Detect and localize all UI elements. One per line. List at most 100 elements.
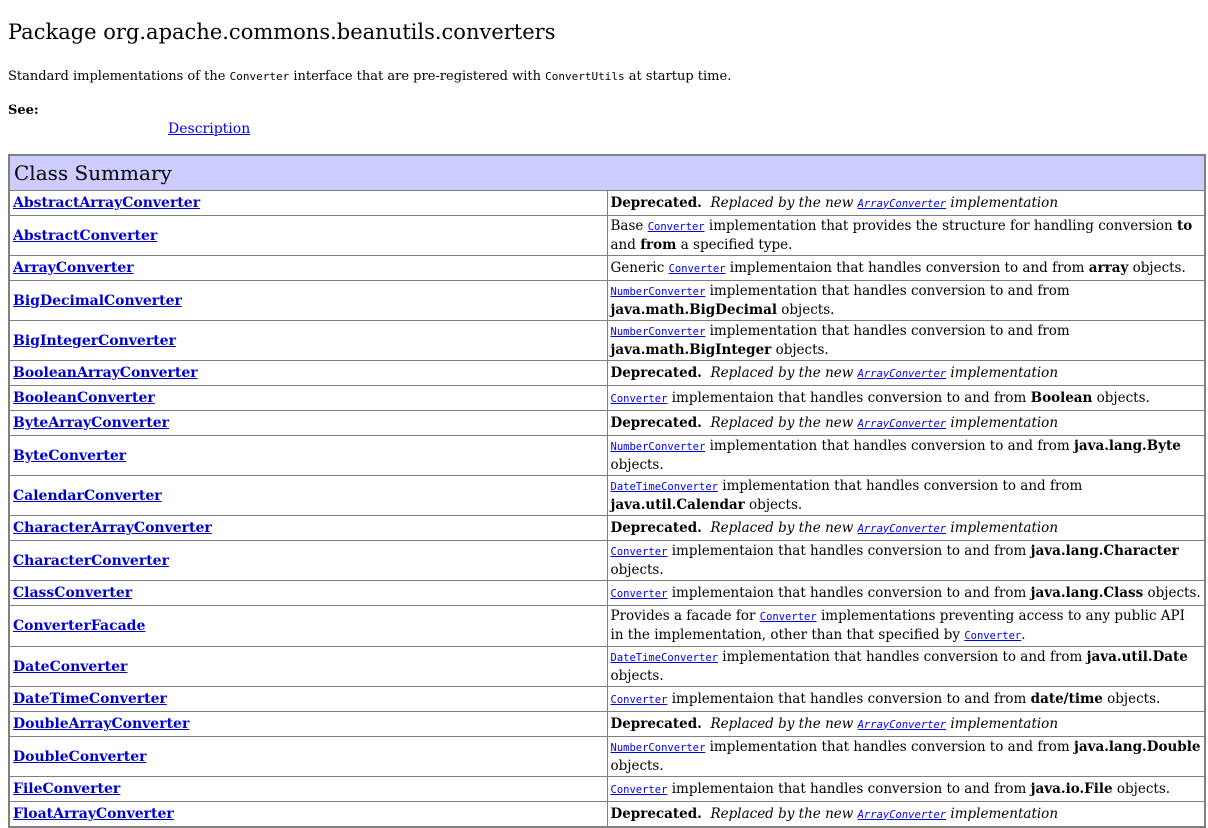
class-description-cell: NumberConverter implementation that hand… xyxy=(606,280,1206,321)
class-link[interactable]: DoubleArrayConverter xyxy=(13,716,189,732)
class-link[interactable]: ConverterFacade xyxy=(13,618,145,634)
type-name: array xyxy=(1088,259,1129,276)
table-row: DoubleArrayConverter Deprecated. Replaced… xyxy=(8,711,1206,737)
class-link[interactable]: BooleanConverter xyxy=(13,390,155,406)
type-name: java.math.BigInteger xyxy=(610,342,772,358)
class-description-cell: Deprecated. Replaced by the new ArrayCon… xyxy=(606,360,1206,386)
class-name-cell: DateConverter xyxy=(8,646,608,687)
class-link[interactable]: BooleanArrayConverter xyxy=(13,365,198,381)
table-row: ConverterFacade Provides a facade for Con… xyxy=(8,605,1206,647)
deprecated-label: Deprecated. xyxy=(610,364,702,381)
class-link[interactable]: ArrayConverter xyxy=(13,260,134,276)
table-row: CalendarConverter DateTimeConverter imple… xyxy=(8,475,1206,516)
type-link[interactable]: ArrayConverter xyxy=(858,523,947,535)
class-description-cell: Converter implementaion that handles con… xyxy=(606,580,1206,606)
page-title: Package org.apache.commons.beanutils.con… xyxy=(8,20,556,44)
table-row: CharacterArrayConverter Deprecated. Repla… xyxy=(8,515,1206,541)
type-link[interactable]: Converter xyxy=(611,784,668,796)
class-description-cell: NumberConverter implementation that hand… xyxy=(606,736,1206,777)
table-row: ClassConverter Converter implementaion th… xyxy=(8,580,1206,606)
class-description-cell: Deprecated. Replaced by the new ArrayCon… xyxy=(606,515,1206,541)
type-link[interactable]: DateTimeConverter xyxy=(611,481,718,493)
class-name-cell: AbstractConverter xyxy=(8,215,608,256)
type-name: java.lang.Character xyxy=(1030,543,1179,559)
class-link[interactable]: ClassConverter xyxy=(13,585,132,601)
class-link[interactable]: BigDecimalConverter xyxy=(13,293,182,309)
class-name-cell: ConverterFacade xyxy=(8,605,608,647)
description-link[interactable]: Description xyxy=(168,121,250,137)
type-link[interactable]: NumberConverter xyxy=(611,441,706,453)
class-link[interactable]: DoubleConverter xyxy=(13,749,147,765)
deprecation-note: Replaced by the new ArrayConverter imple… xyxy=(710,194,1059,211)
type-link[interactable]: Converter xyxy=(611,393,668,405)
type-link[interactable]: ArrayConverter xyxy=(858,719,947,731)
intro-code-convertutils: ConvertUtils xyxy=(545,70,625,83)
type-link[interactable]: ArrayConverter xyxy=(858,198,947,210)
class-name-cell: AbstractArrayConverter xyxy=(8,190,608,216)
class-link[interactable]: DateConverter xyxy=(13,659,127,675)
class-link[interactable]: CharacterArrayConverter xyxy=(13,520,212,536)
class-link[interactable]: ByteArrayConverter xyxy=(13,415,169,431)
table-row: DoubleConverter NumberConverter implement… xyxy=(8,736,1206,777)
deprecation-note: Replaced by the new ArrayConverter imple… xyxy=(710,414,1059,431)
class-name-cell: BooleanArrayConverter xyxy=(8,360,608,386)
class-description-cell: Generic Converter implementaion that han… xyxy=(606,255,1206,281)
class-link[interactable]: ByteConverter xyxy=(13,448,126,464)
class-name-cell: CharacterConverter xyxy=(8,540,608,581)
class-summary-heading: Class Summary xyxy=(8,154,1206,191)
type-name: java.lang.Double xyxy=(1074,739,1201,755)
see-label: See: xyxy=(8,103,39,118)
class-link[interactable]: AbstractConverter xyxy=(13,228,157,244)
table-row: DateTimeConverter Converter implementaion… xyxy=(8,686,1206,712)
class-name-cell: DoubleConverter xyxy=(8,736,608,777)
type-link[interactable]: ArrayConverter xyxy=(858,418,947,430)
class-description-cell: Converter implementaion that handles con… xyxy=(606,540,1206,581)
package-intro: Standard implementations of the Converte… xyxy=(8,69,731,84)
type-name: java.lang.Class xyxy=(1030,584,1144,601)
class-description-cell: Deprecated. Replaced by the new ArrayCon… xyxy=(606,801,1206,828)
type-link[interactable]: Converter xyxy=(648,221,705,233)
class-link[interactable]: AbstractArrayConverter xyxy=(13,195,200,211)
class-link[interactable]: CalendarConverter xyxy=(13,488,162,504)
type-link[interactable]: DateTimeConverter xyxy=(611,652,718,664)
table-row: DateConverter DateTimeConverter implement… xyxy=(8,646,1206,687)
class-description-cell: Provides a facade for Converter implemen… xyxy=(606,605,1206,647)
type-link[interactable]: ArrayConverter xyxy=(858,809,947,821)
intro-text: interface that are pre-registered with xyxy=(289,69,546,84)
table-row: AbstractConverter Base Converter implemen… xyxy=(8,215,1206,256)
class-description-cell: Deprecated. Replaced by the new ArrayCon… xyxy=(606,410,1206,436)
table-row: AbstractArrayConverter Deprecated. Replac… xyxy=(8,190,1206,216)
class-name-cell: FileConverter xyxy=(8,776,608,802)
class-description-cell: Deprecated. Replaced by the new ArrayCon… xyxy=(606,711,1206,737)
class-name-cell: DateTimeConverter xyxy=(8,686,608,712)
class-link[interactable]: CharacterConverter xyxy=(13,553,169,569)
intro-text: at startup time. xyxy=(624,69,732,84)
type-name: java.math.BigDecimal xyxy=(610,302,778,318)
type-link[interactable]: Converter xyxy=(669,263,726,275)
type-link[interactable]: Converter xyxy=(611,588,668,600)
class-name-cell: DoubleArrayConverter xyxy=(8,711,608,737)
type-link[interactable]: NumberConverter xyxy=(611,742,706,754)
class-description-cell: DateTimeConverter implementation that ha… xyxy=(606,646,1206,687)
type-link[interactable]: Converter xyxy=(611,546,668,558)
type-name: Boolean xyxy=(1030,389,1093,406)
type-link[interactable]: ArrayConverter xyxy=(858,368,947,380)
table-row: BigIntegerConverter NumberConverter imple… xyxy=(8,320,1206,361)
class-link[interactable]: FloatArrayConverter xyxy=(13,806,174,822)
deprecation-note: Replaced by the new ArrayConverter imple… xyxy=(710,805,1059,822)
type-link[interactable]: NumberConverter xyxy=(611,326,706,338)
class-link[interactable]: BigIntegerConverter xyxy=(13,333,176,349)
deprecation-note: Replaced by the new ArrayConverter imple… xyxy=(710,715,1059,732)
type-name: java.io.File xyxy=(1030,780,1113,797)
type-link[interactable]: Converter xyxy=(611,694,668,706)
class-link[interactable]: FileConverter xyxy=(13,781,120,797)
class-name-cell: BooleanConverter xyxy=(8,385,608,411)
class-name-cell: CharacterArrayConverter xyxy=(8,515,608,541)
class-name-cell: ByteArrayConverter xyxy=(8,410,608,436)
type-link[interactable]: Converter xyxy=(760,611,817,623)
type-link[interactable]: NumberConverter xyxy=(611,286,706,298)
intro-text: Standard implementations of the xyxy=(8,69,230,84)
type-link[interactable]: Converter xyxy=(964,630,1021,642)
table-row: FloatArrayConverter Deprecated. Replaced … xyxy=(8,801,1206,828)
class-link[interactable]: DateTimeConverter xyxy=(13,691,167,707)
